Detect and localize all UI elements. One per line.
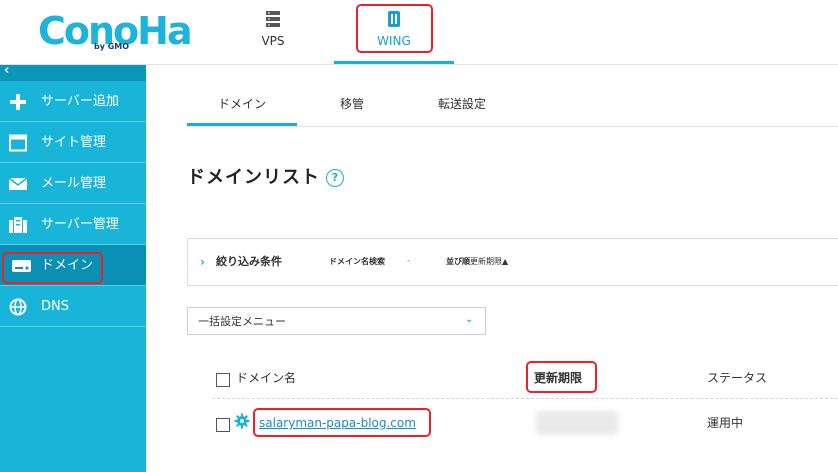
sidebar-item-dns[interactable]: DNS — [0, 286, 146, 327]
domain-link[interactable]: salaryman-papa-blog.com — [259, 416, 416, 431]
domain-icon — [12, 260, 31, 272]
filter-panel[interactable]: › 絞り込み条件 ドメイン名検索 - 並び順 更新期限▲ — [187, 238, 838, 286]
tab-vps-label: VPS — [261, 34, 285, 48]
column-header-status[interactable]: ステータス — [707, 370, 767, 386]
filter-title: 絞り込み条件 — [216, 255, 282, 268]
table-header-divider — [212, 398, 838, 399]
bulk-settings-value: 一括設定メニュー — [198, 315, 286, 328]
sidebar-item-label: サーバー管理 — [41, 217, 119, 232]
chevron-left-icon: ‹ — [4, 63, 10, 78]
sidebar-item-server[interactable]: サーバー管理 — [0, 204, 146, 245]
globe-icon — [9, 298, 27, 316]
sidebar-collapse-bar[interactable]: ‹ — [0, 63, 146, 81]
sidebar-item-label: メール管理 — [41, 176, 107, 191]
mail-icon — [8, 177, 28, 190]
expiry-value-redacted — [536, 411, 618, 435]
server-icon — [9, 217, 27, 233]
status-value: 運用中 — [707, 416, 744, 430]
bulk-settings-select[interactable]: 一括設定メニュー ⌄ — [187, 307, 486, 335]
chevron-right-icon: › — [200, 255, 205, 269]
help-icon[interactable]: ? — [326, 169, 344, 187]
row-checkbox[interactable] — [216, 418, 230, 432]
tab-forwarding[interactable]: 転送設定 — [420, 96, 504, 126]
page-title: ドメインリスト — [187, 167, 320, 188]
column-header-domain[interactable]: ドメイン名 — [236, 370, 296, 386]
logo-sub: by GMO — [94, 42, 130, 51]
sidebar-item-domain[interactable]: ドメイン — [0, 245, 146, 286]
sidebar-item-mail[interactable]: メール管理 — [0, 163, 146, 204]
column-header-expiry[interactable]: 更新期限 — [534, 370, 582, 386]
filter-search-label: ドメイン名検索 — [329, 257, 385, 266]
sidebar: ‹ サーバー追加 サイト管理 メール管理 サーバー管理 ドメイン DNS — [0, 63, 146, 472]
tab-transfer-label: 移管 — [339, 97, 364, 111]
window-icon — [9, 134, 27, 152]
chevron-down-icon: ⌄ — [465, 314, 474, 325]
tab-wing-label: WING — [377, 34, 411, 48]
plus-icon — [10, 94, 26, 110]
select-all-checkbox[interactable] — [216, 373, 230, 387]
sidebar-item-label: サイト管理 — [41, 135, 107, 150]
sidebar-item-label: サーバー追加 — [41, 94, 119, 109]
sidebar-item-label: ドメイン — [41, 258, 94, 273]
sidebar-item-label: DNS — [41, 299, 69, 314]
sidebar-item-site[interactable]: サイト管理 — [0, 122, 146, 163]
tab-forwarding-label: 転送設定 — [437, 97, 486, 111]
tab-transfer[interactable]: 移管 — [315, 96, 389, 126]
tab-wing[interactable]: WING — [334, 0, 454, 64]
wing-icon — [388, 11, 400, 27]
tab-vps[interactable]: VPS — [240, 0, 306, 64]
filter-sort-value: 更新期限▲ — [470, 257, 509, 266]
tab-domain-label: ドメイン — [217, 97, 266, 111]
filter-search-value: - — [407, 256, 411, 266]
sidebar-item-add-server[interactable]: サーバー追加 — [0, 81, 146, 122]
filter-sort-label: 並び順 — [446, 257, 470, 266]
subtab-divider — [187, 126, 838, 127]
gear-icon[interactable] — [234, 413, 250, 429]
tab-domain[interactable]: ドメイン — [187, 96, 297, 126]
conoha-logo[interactable]: ConoHa by GMO — [38, 8, 193, 58]
server-icon — [266, 11, 280, 27]
